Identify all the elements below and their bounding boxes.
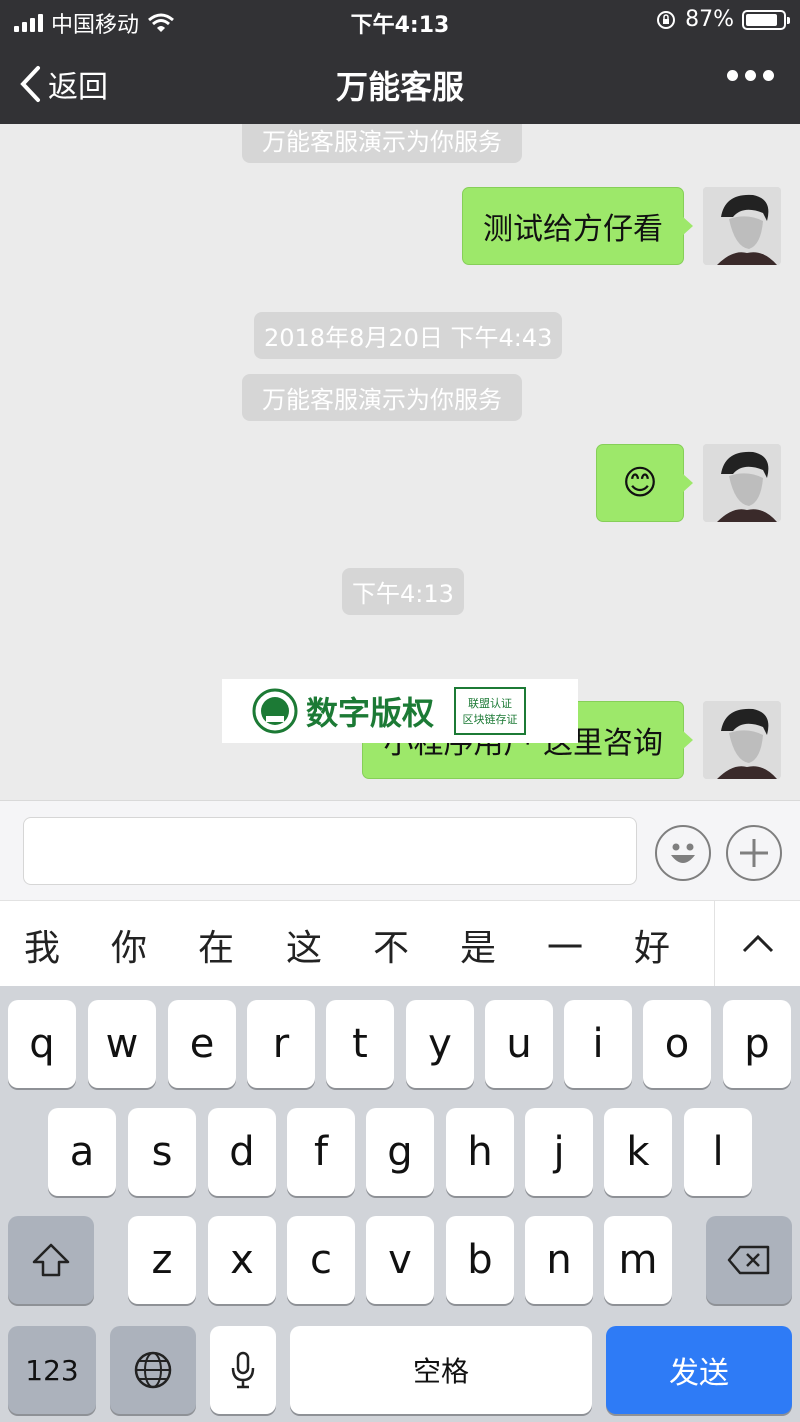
candidate-word[interactable]: 我 xyxy=(24,919,60,971)
key-a[interactable]: a xyxy=(48,1108,116,1196)
key-t[interactable]: t xyxy=(326,1000,394,1088)
key-k[interactable]: k xyxy=(604,1108,672,1196)
watermark-text: 数字版权 xyxy=(306,694,435,732)
candidate-word[interactable]: 好 xyxy=(634,919,670,971)
input-bar xyxy=(0,800,800,900)
seal-line: 区块链存证 xyxy=(462,713,518,726)
seal-line: 联盟认证 xyxy=(468,697,513,710)
candidate-word[interactable]: 是 xyxy=(460,919,496,971)
key-c[interactable]: c xyxy=(287,1216,355,1304)
microphone-key[interactable] xyxy=(210,1326,276,1414)
candidate-word[interactable]: 一 xyxy=(547,919,583,971)
key-l[interactable]: l xyxy=(684,1108,752,1196)
candidate-word[interactable]: 你 xyxy=(111,919,147,971)
key-w[interactable]: w xyxy=(88,1000,156,1088)
chat-area[interactable]: 万能客服演示为你服务 测试给方仔看 2018年8月20日 下午4:43 万能客服… xyxy=(0,124,800,800)
key-s[interactable]: s xyxy=(128,1108,196,1196)
key-e[interactable]: e xyxy=(168,1000,236,1088)
battery-icon xyxy=(742,9,790,30)
emoji-button[interactable] xyxy=(655,825,711,881)
send-key[interactable]: 发送 xyxy=(606,1326,792,1414)
status-bar: 中国移动 下午4:13 87% xyxy=(0,0,800,40)
ime-candidate-bar: 我 你 在 这 不 是 一 好 xyxy=(0,900,800,987)
key-f[interactable]: f xyxy=(287,1108,355,1196)
microphone-icon xyxy=(231,1351,255,1389)
key-q[interactable]: q xyxy=(8,1000,76,1088)
system-message: 万能客服演示为你服务 xyxy=(242,374,522,421)
key-r[interactable]: r xyxy=(247,1000,315,1088)
key-i[interactable]: i xyxy=(564,1000,632,1088)
key-x[interactable]: x xyxy=(208,1216,276,1304)
nav-bar: 返回 万能客服 xyxy=(0,40,800,124)
numbers-key[interactable]: 123 xyxy=(8,1326,96,1414)
more-actions-button[interactable] xyxy=(726,825,782,881)
page-title: 万能客服 xyxy=(335,68,464,106)
divider xyxy=(714,901,715,987)
key-z[interactable]: z xyxy=(128,1216,196,1304)
shift-icon xyxy=(32,1243,70,1277)
key-n[interactable]: n xyxy=(525,1216,593,1304)
key-b[interactable]: b xyxy=(446,1216,514,1304)
key-y[interactable]: y xyxy=(406,1000,474,1088)
key-h[interactable]: h xyxy=(446,1108,514,1196)
shift-key[interactable] xyxy=(8,1216,94,1304)
key-j[interactable]: j xyxy=(525,1108,593,1196)
message-input[interactable] xyxy=(23,817,637,885)
avatar[interactable] xyxy=(703,701,781,779)
key-u[interactable]: u xyxy=(485,1000,553,1088)
key-m[interactable]: m xyxy=(604,1216,672,1304)
key-d[interactable]: d xyxy=(208,1108,276,1196)
smiley-icon xyxy=(671,843,695,863)
outgoing-message[interactable]: 测试给方仔看 xyxy=(462,187,693,265)
key-o[interactable]: o xyxy=(643,1000,711,1088)
timestamp: 2018年8月20日 下午4:43 xyxy=(254,312,563,359)
copyright-logo-icon xyxy=(252,688,298,734)
candidate-word[interactable]: 这 xyxy=(286,919,322,971)
system-message: 万能客服演示为你服务 xyxy=(242,124,522,163)
avatar[interactable] xyxy=(703,187,781,265)
backspace-key[interactable] xyxy=(706,1216,792,1304)
certification-seal: 联盟认证 区块链存证 xyxy=(454,687,527,735)
plus-icon xyxy=(740,839,768,867)
key-g[interactable]: g xyxy=(366,1108,434,1196)
keyboard: q w e r t y u i o p a s d f g h j k l z … xyxy=(0,986,800,1422)
key-v[interactable]: v xyxy=(366,1216,434,1304)
globe-key[interactable] xyxy=(110,1326,196,1414)
rotation-lock-icon xyxy=(657,10,676,29)
avatar[interactable] xyxy=(703,444,781,522)
key-p[interactable]: p xyxy=(723,1000,791,1088)
candidate-word[interactable]: 不 xyxy=(373,919,409,971)
copyright-watermark: 数字版权 联盟认证 区块链存证 xyxy=(222,679,578,743)
chevron-up-icon[interactable] xyxy=(740,931,776,955)
battery-percent: 87% xyxy=(685,7,734,32)
top-bar: 中国移动 下午4:13 87% 返回 万能客服 xyxy=(0,0,800,124)
backspace-icon xyxy=(727,1245,770,1275)
candidate-word[interactable]: 在 xyxy=(198,919,234,971)
timestamp: 下午4:13 xyxy=(342,568,464,615)
more-menu-button[interactable] xyxy=(727,70,774,81)
outgoing-message-emoji[interactable]: 😊 xyxy=(596,444,693,522)
globe-icon xyxy=(134,1351,172,1389)
space-key[interactable]: 空格 xyxy=(290,1326,592,1414)
